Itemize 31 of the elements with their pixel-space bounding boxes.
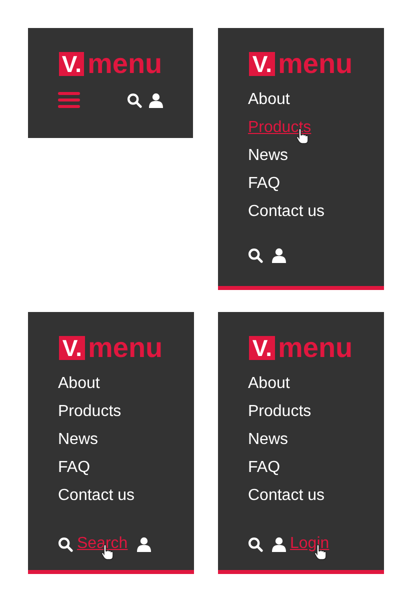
user-icon[interactable] bbox=[136, 536, 151, 552]
logo-mark: V. bbox=[249, 52, 275, 76]
nav-link[interactable]: Products bbox=[58, 403, 122, 420]
menu-icon[interactable] bbox=[58, 92, 80, 108]
logo-mark: V. bbox=[58, 52, 84, 76]
nav-link[interactable]: Contact us bbox=[58, 487, 134, 504]
nav-link[interactable]: FAQ bbox=[58, 459, 90, 476]
logo-mark: V. bbox=[59, 336, 85, 360]
search-icon[interactable] bbox=[248, 536, 263, 552]
nav-link[interactable]: News bbox=[248, 147, 288, 164]
search-icon[interactable] bbox=[58, 536, 73, 552]
nav-link[interactable]: About bbox=[248, 375, 290, 392]
logo-mark: V. bbox=[249, 336, 275, 360]
logo-text: menu bbox=[87, 52, 162, 76]
user-icon[interactable] bbox=[272, 536, 286, 552]
logo-text: menu bbox=[278, 336, 353, 360]
nav-link[interactable]: News bbox=[58, 431, 98, 448]
nav-link[interactable]: Contact us bbox=[248, 487, 324, 504]
user-icon[interactable] bbox=[272, 248, 286, 263]
logo-text: menu bbox=[278, 52, 353, 76]
search-icon[interactable] bbox=[127, 92, 142, 108]
nav-link[interactable]: About bbox=[58, 375, 100, 392]
search-icon[interactable] bbox=[248, 248, 263, 263]
user-icon[interactable] bbox=[149, 92, 163, 108]
nav-link[interactable]: FAQ bbox=[248, 175, 280, 192]
nav-link[interactable]: News bbox=[248, 431, 288, 448]
logo-text: menu bbox=[88, 336, 163, 360]
nav-link[interactable]: About bbox=[248, 91, 290, 108]
nav-link[interactable]: Products bbox=[248, 403, 312, 420]
nav-link[interactable]: FAQ bbox=[248, 459, 280, 476]
nav-link[interactable]: Contact us bbox=[248, 203, 324, 220]
